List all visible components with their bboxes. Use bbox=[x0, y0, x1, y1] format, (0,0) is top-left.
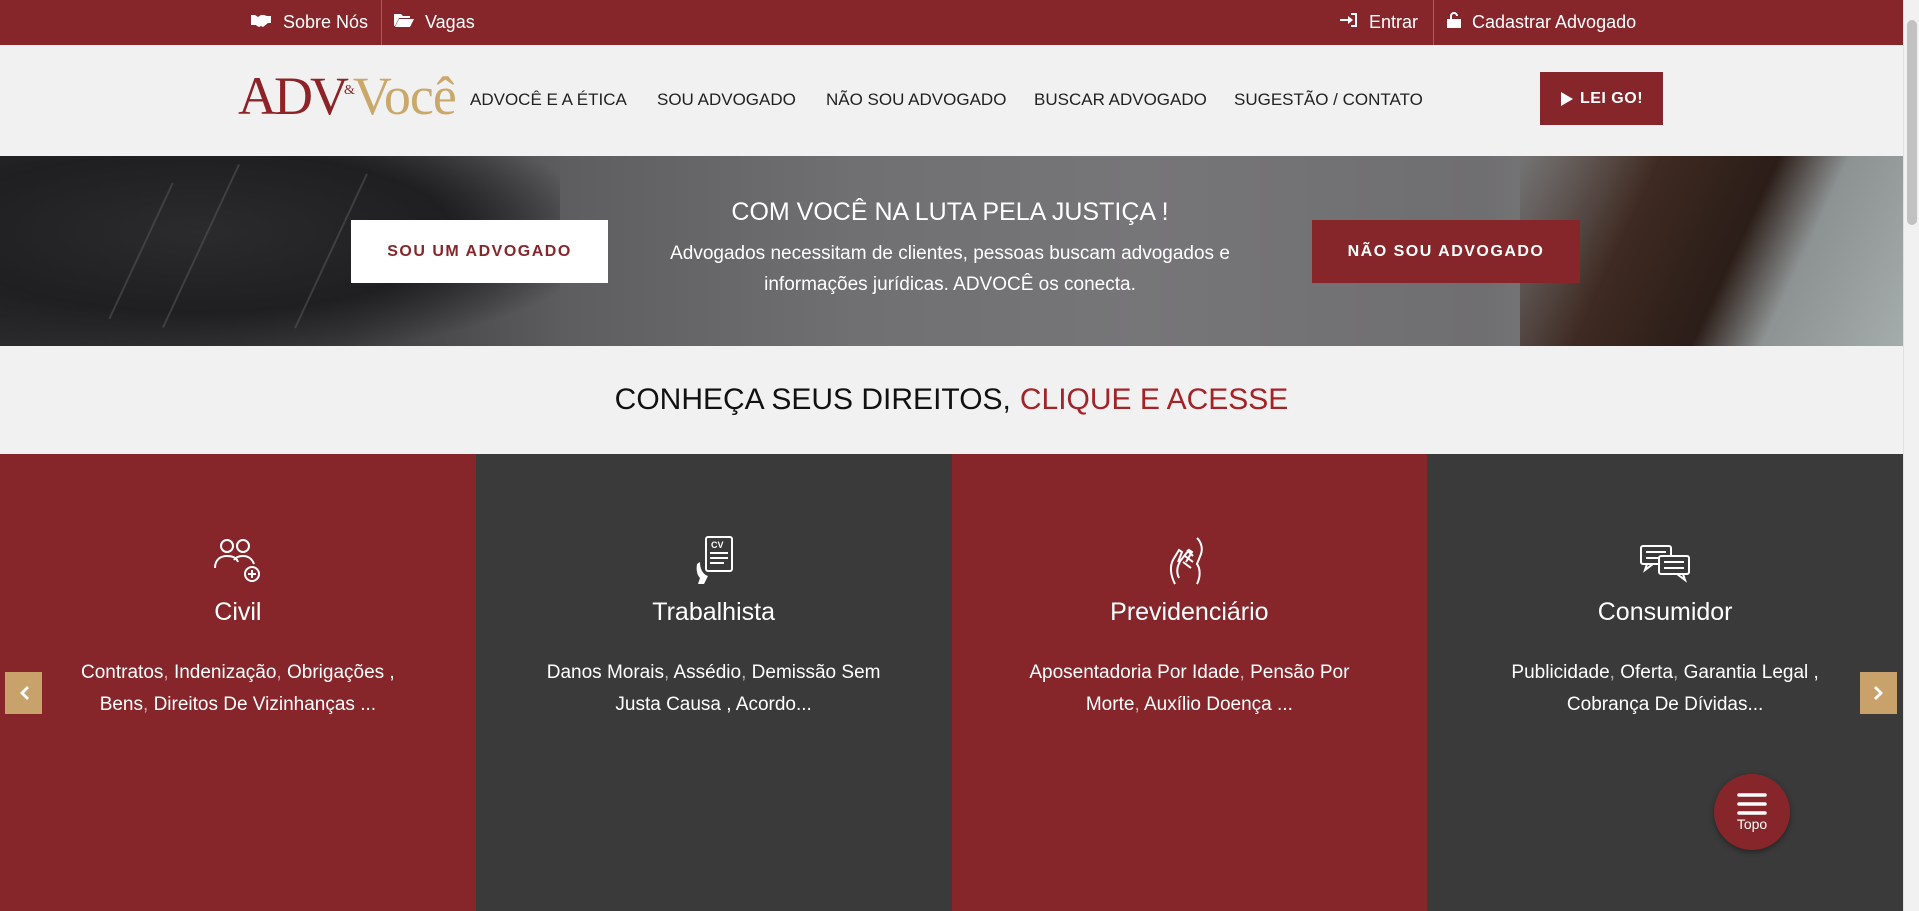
rights-heading-lead: CONHEÇA SEUS DIREITOS, bbox=[614, 383, 1011, 416]
nao-sou-advogado-button[interactable]: NÃO SOU ADVOGADO bbox=[1312, 220, 1580, 283]
hamburger-icon bbox=[1737, 793, 1767, 815]
hero-subtitle: Advogados necessitam de clientes, pessoa… bbox=[670, 243, 1230, 295]
logo-amp-text: & bbox=[344, 83, 355, 98]
nav-item-sou-advogado[interactable]: SOU ADVOGADO bbox=[657, 90, 796, 110]
scrollbar-thumb[interactable] bbox=[1907, 20, 1917, 225]
card-civil[interactable]: Civil Contratos, Indenização, Obrigações… bbox=[0, 454, 476, 911]
register-link[interactable]: Cadastrar Advogado bbox=[1446, 0, 1636, 45]
card-consumidor[interactable]: Consumidor Publicidade, Oferta, Garantia… bbox=[1427, 454, 1903, 911]
topbar-divider bbox=[381, 0, 382, 45]
sou-um-advogado-button[interactable]: SOU UM ADVOGADO bbox=[351, 220, 608, 283]
handshake-icon bbox=[249, 12, 273, 33]
sign-in-icon bbox=[1339, 12, 1359, 33]
card-tags: Contratos, Indenização, Obrigações , Ben… bbox=[81, 662, 395, 715]
nav-item-buscar-advogado[interactable]: BUSCAR ADVOGADO bbox=[1034, 90, 1207, 110]
login-link[interactable]: Entrar bbox=[1339, 0, 1418, 45]
top-bar: Sobre Nós Vagas Entrar Cadastrar Advogad… bbox=[0, 0, 1903, 45]
hands-icon bbox=[1161, 532, 1217, 588]
login-label: Entrar bbox=[1369, 12, 1419, 32]
folder-open-icon bbox=[393, 12, 415, 33]
card-tags: Danos Morais, Assédio, Demissão Sem Just… bbox=[546, 662, 881, 715]
register-label: Cadastrar Advogado bbox=[1472, 12, 1637, 32]
logo-voce-text: Você bbox=[352, 66, 457, 126]
card-title: Civil bbox=[214, 598, 262, 626]
hero-title: COM VOCÊ NA LUTA PELA JUSTIÇA ! bbox=[731, 198, 1169, 226]
tag[interactable]: Bens bbox=[100, 694, 143, 715]
topbar-divider bbox=[1433, 0, 1434, 45]
rights-heading: CONHEÇA SEUS DIREITOS, CLIQUE E ACESSE bbox=[0, 346, 1903, 454]
carousel-next-button[interactable] bbox=[1860, 672, 1897, 714]
logo-adv-text: ADV bbox=[238, 66, 349, 126]
logo[interactable]: ADV & Você bbox=[238, 65, 457, 135]
site-header: ADV & Você ADVOCÊ E A ÉTICA SOU ADVOGADO… bbox=[0, 45, 1903, 156]
tag[interactable]: Obrigações , bbox=[287, 662, 395, 683]
card-previdenciario[interactable]: Previdenciário Aposentadoria Por Idade, … bbox=[951, 454, 1428, 911]
tag[interactable]: Assédio bbox=[673, 662, 741, 683]
chevron-left-icon bbox=[19, 686, 29, 700]
hero-banner: SOU UM ADVOGADO COM VOCÊ NA LUTA PELA JU… bbox=[0, 156, 1903, 346]
tag[interactable]: Publicidade bbox=[1511, 662, 1609, 683]
jobs-link[interactable]: Vagas bbox=[393, 0, 475, 45]
play-icon bbox=[1560, 91, 1573, 106]
nav-item-contato[interactable]: SUGESTÃO / CONTATO bbox=[1234, 90, 1423, 110]
page-scrollbar[interactable] bbox=[1903, 0, 1919, 911]
rights-heading-accent[interactable]: CLIQUE E ACESSE bbox=[1020, 383, 1288, 417]
carousel-prev-button[interactable] bbox=[5, 672, 42, 714]
chat-bubbles-icon bbox=[1637, 532, 1693, 588]
back-to-top-label: Topo bbox=[1736, 816, 1768, 832]
tag[interactable]: Auxílio Doença ... bbox=[1144, 694, 1293, 715]
about-label: Sobre Nós bbox=[283, 12, 369, 32]
card-tags: Aposentadoria Por Idade, Pensão Por Mort… bbox=[1029, 662, 1350, 715]
people-add-icon bbox=[210, 532, 266, 588]
tag[interactable]: Acordo... bbox=[736, 694, 812, 715]
tag[interactable]: Indenização bbox=[174, 662, 276, 683]
about-link[interactable]: Sobre Nós bbox=[249, 0, 368, 45]
card-trabalhista[interactable]: CV Trabalhista Danos Morais, Assédio, De… bbox=[475, 454, 952, 911]
unlock-icon bbox=[1446, 11, 1462, 34]
card-title: Previdenciário bbox=[1110, 598, 1269, 626]
lei-go-label: LEI GO! bbox=[1579, 89, 1644, 107]
tag[interactable]: Danos Morais bbox=[547, 662, 664, 683]
lei-go-button[interactable]: LEI GO! bbox=[1540, 72, 1663, 125]
nav-item-etica[interactable]: ADVOCÊ E A ÉTICA bbox=[470, 90, 627, 110]
card-title: Trabalhista bbox=[652, 598, 775, 626]
practice-area-carousel: Civil Contratos, Indenização, Obrigações… bbox=[0, 454, 1903, 911]
svg-text:CV: CV bbox=[711, 540, 724, 550]
nav-item-nao-sou-advogado[interactable]: NÃO SOU ADVOGADO bbox=[826, 90, 1006, 110]
jobs-label: Vagas bbox=[425, 12, 475, 32]
tag[interactable]: Cobrança De Dívidas... bbox=[1567, 694, 1763, 715]
chevron-right-icon bbox=[1873, 686, 1883, 700]
tag[interactable]: Contratos bbox=[81, 662, 163, 683]
card-title: Consumidor bbox=[1597, 598, 1733, 626]
tag[interactable]: Garantia Legal , bbox=[1684, 662, 1819, 683]
tag[interactable]: Oferta bbox=[1620, 662, 1673, 683]
page: Sobre Nós Vagas Entrar Cadastrar Advogad… bbox=[0, 0, 1903, 911]
cv-document-icon: CV bbox=[686, 532, 742, 588]
card-tags: Publicidade, Oferta, Garantia Legal , Co… bbox=[1511, 662, 1819, 715]
tag[interactable]: Direitos De Vizinhanças ... bbox=[154, 694, 376, 715]
tag[interactable]: Aposentadoria Por Idade bbox=[1029, 662, 1239, 683]
back-to-top-button[interactable]: Topo bbox=[1714, 774, 1790, 850]
